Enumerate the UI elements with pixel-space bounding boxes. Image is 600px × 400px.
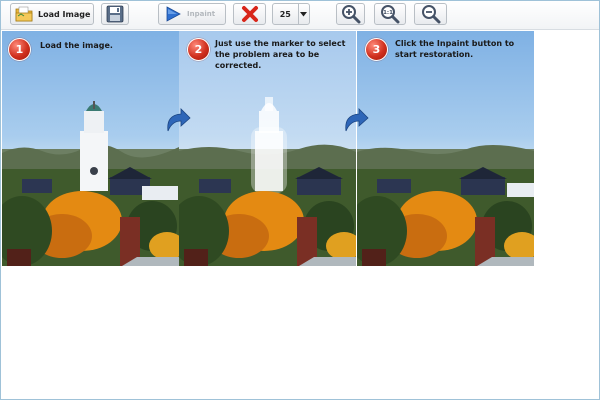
brush-size-value: 25 (279, 9, 291, 19)
curved-arrow-icon (167, 108, 191, 132)
step-3-line-1: Click the Inpaint button to (395, 39, 515, 48)
step-2-line-1: Just use the marker to select (215, 39, 346, 48)
step-panel-inpaint: 3 Click the Inpaint button to start rest… (357, 31, 534, 266)
zoom-out-button[interactable] (414, 3, 447, 25)
step-3-text: Click the Inpaint button to start restor… (395, 38, 514, 60)
inpaint-label: Inpaint (187, 10, 216, 18)
step-badge-2: 2 (187, 38, 210, 61)
zoom-out-icon (421, 4, 441, 24)
chevron-down-icon[interactable] (297, 4, 309, 24)
image-canvas[interactable]: 1 Load the image. 2 Just use the marker … (2, 31, 534, 266)
step-panel-load: 1 Load the image. (2, 31, 179, 266)
step-1-line-1: Load the image. (40, 41, 113, 50)
zoom-actual-size-button[interactable]: 1:1 (374, 3, 406, 25)
toolbar: Load Image Inpaint 25 1:1 (1, 1, 599, 30)
step-3-line-2: start restoration. (395, 50, 474, 59)
campus-photo (2, 101, 179, 266)
save-button[interactable] (101, 3, 129, 25)
step-2-line-2: the problem area to be corrected. (215, 50, 320, 70)
play-icon (165, 6, 181, 22)
step-panel-mark: 2 Just use the marker to select the prob… (179, 31, 356, 266)
brush-size-select[interactable]: 25 (272, 3, 310, 25)
step-1-text: Load the image. (40, 40, 113, 51)
curved-arrow-icon-2 (345, 108, 369, 132)
floppy-disk-icon (106, 5, 124, 23)
load-image-label: Load Image (38, 9, 91, 19)
step-badge-3: 3 (365, 38, 388, 61)
zoom-in-icon (341, 4, 361, 24)
clear-marker-button[interactable] (233, 3, 266, 25)
load-image-button[interactable]: Load Image (10, 3, 94, 25)
campus-photo-restored (357, 144, 534, 266)
inpaint-button[interactable]: Inpaint (158, 3, 226, 25)
step-badge-1: 1 (8, 38, 31, 61)
folder-icon (15, 6, 33, 22)
red-x-icon (241, 5, 259, 23)
zoom-in-button[interactable] (336, 3, 365, 25)
step-2-text: Just use the marker to select the proble… (215, 38, 356, 71)
zoom-actual-size-icon: 1:1 (380, 4, 400, 24)
zoom-actual-size-text: 1:1 (383, 10, 393, 16)
